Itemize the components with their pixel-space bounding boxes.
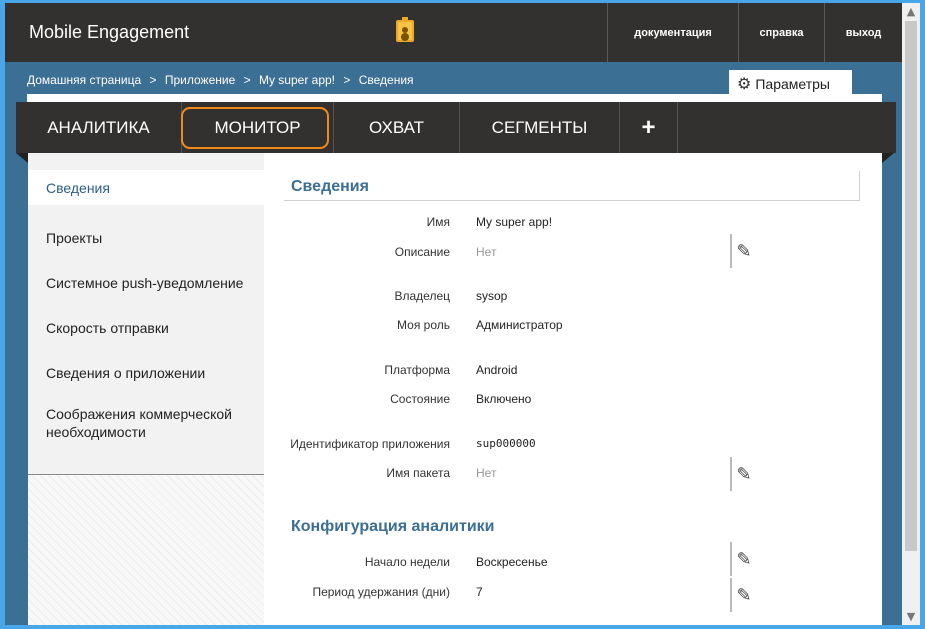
window-frame: Mobile Engagement документация справка в… bbox=[5, 3, 920, 625]
edit-pencil-icon[interactable]: ✎ bbox=[730, 542, 756, 576]
sidebar-item-system-push[interactable]: Системное push-уведомление bbox=[28, 260, 264, 305]
app: Mobile Engagement документация справка в… bbox=[5, 3, 902, 625]
breadcrumb-apps[interactable]: Приложение bbox=[165, 73, 235, 87]
sidebar-item-send-speed[interactable]: Скорость отправки bbox=[28, 305, 264, 350]
row-week-start: Начало недели Воскресенье bbox=[264, 555, 864, 573]
main-content: Сведения Имя My super app! Описание Нет … bbox=[264, 153, 882, 625]
row-label: Имя bbox=[426, 215, 450, 229]
edit-pencil-icon[interactable]: ✎ bbox=[730, 578, 756, 612]
sidebar: Сведения Проекты Системное push-уведомле… bbox=[28, 153, 264, 625]
help-link[interactable]: справка bbox=[738, 3, 824, 62]
sidebar-item-app-info[interactable]: Сведения о приложении bbox=[28, 350, 264, 395]
top-links: документация справка выход bbox=[607, 3, 902, 62]
row-value: Нет bbox=[476, 245, 497, 259]
row-label: Имя пакета bbox=[386, 466, 450, 480]
breadcrumb-separator: > bbox=[343, 73, 351, 87]
row-value: Включено bbox=[476, 392, 532, 406]
row-label: Владелец bbox=[394, 289, 450, 303]
edit-pencil-icon[interactable]: ✎ bbox=[730, 457, 756, 491]
breadcrumb-app[interactable]: My super app! bbox=[259, 73, 335, 87]
section-divider-edge bbox=[859, 171, 860, 201]
docs-link[interactable]: документация bbox=[607, 3, 738, 62]
row-value: My super app! bbox=[476, 215, 553, 229]
main-tabs: АНАЛИТИКА МОНИТОР ОХВАТ СЕГМЕНТЫ + bbox=[16, 102, 896, 153]
row-value: Нет bbox=[476, 466, 497, 480]
breadcrumb-current: Сведения bbox=[358, 73, 414, 87]
row-value: Администратор bbox=[476, 318, 563, 332]
brand-title: Mobile Engagement bbox=[29, 22, 190, 42]
tab-analytics[interactable]: АНАЛИТИКА bbox=[16, 102, 182, 153]
row-state: Состояние Включено bbox=[264, 392, 864, 410]
row-label: Описание bbox=[394, 245, 450, 259]
row-retention: Период удержания (дни) 7 bbox=[264, 585, 864, 603]
row-label: Начало недели bbox=[364, 555, 450, 569]
details-title: Сведения bbox=[291, 178, 369, 195]
add-tab-button[interactable]: + bbox=[620, 102, 678, 153]
section-divider bbox=[284, 200, 860, 201]
breadcrumb: Домашняя страница > Приложение > My supe… bbox=[27, 73, 419, 87]
tabs-fold-right bbox=[882, 153, 894, 163]
logout-link[interactable]: выход bbox=[824, 3, 902, 62]
user-badge-icon[interactable] bbox=[396, 17, 414, 42]
sidebar-item-projects[interactable]: Проекты bbox=[28, 215, 264, 260]
sidebar-item-details[interactable]: Сведения bbox=[28, 170, 264, 205]
row-package-name: Имя пакета Нет bbox=[264, 466, 864, 484]
breadcrumb-home[interactable]: Домашняя страница bbox=[27, 73, 141, 87]
monitor-tab-highlight bbox=[181, 107, 329, 149]
tab-segments[interactable]: СЕГМЕНТЫ bbox=[460, 102, 620, 153]
params-label: Параметры bbox=[755, 75, 830, 92]
row-label: Период удержания (дни) bbox=[312, 585, 450, 599]
row-value: sysop bbox=[476, 289, 508, 303]
edit-pencil-icon[interactable]: ✎ bbox=[730, 234, 756, 268]
scroll-up-icon[interactable]: ▲ bbox=[902, 3, 920, 20]
top-bar: Mobile Engagement документация справка в… bbox=[5, 3, 902, 62]
row-name: Имя My super app! bbox=[264, 215, 864, 233]
row-description: Описание Нет bbox=[264, 245, 864, 263]
tabs-fold-left bbox=[16, 153, 28, 163]
params-button[interactable]: ⚙ Параметры bbox=[729, 70, 852, 97]
row-platform: Платформа Android bbox=[264, 363, 864, 381]
row-label: Состояние bbox=[390, 392, 450, 406]
row-value: Android bbox=[476, 363, 518, 377]
sidebar-list: Сведения Проекты Системное push-уведомле… bbox=[28, 170, 264, 455]
sidebar-item-business-needs[interactable]: Соображения коммерческой необходимости bbox=[28, 395, 264, 455]
row-value: 7 bbox=[476, 585, 483, 599]
row-value: sup000000 bbox=[476, 437, 536, 450]
row-label: Моя роль bbox=[397, 318, 450, 332]
row-label: Платформа bbox=[384, 363, 450, 377]
analytics-config-title: Конфигурация аналитики bbox=[291, 518, 495, 535]
sidebar-filler bbox=[28, 474, 264, 625]
row-owner: Владелец sysop bbox=[264, 289, 864, 307]
vertical-scrollbar[interactable]: ▲ ▼ bbox=[902, 3, 920, 625]
breadcrumb-separator: > bbox=[243, 73, 251, 87]
row-value: Воскресенье bbox=[476, 555, 548, 569]
scroll-down-icon[interactable]: ▼ bbox=[902, 608, 920, 625]
gear-icon: ⚙ bbox=[737, 75, 752, 93]
row-label: Идентификатор приложения bbox=[290, 437, 450, 451]
row-role: Моя роль Администратор bbox=[264, 318, 864, 336]
row-app-id: Идентификатор приложения sup000000 bbox=[264, 437, 864, 455]
tab-reach[interactable]: ОХВАТ bbox=[334, 102, 460, 153]
scroll-thumb[interactable] bbox=[905, 21, 917, 551]
breadcrumb-separator: > bbox=[149, 73, 157, 87]
